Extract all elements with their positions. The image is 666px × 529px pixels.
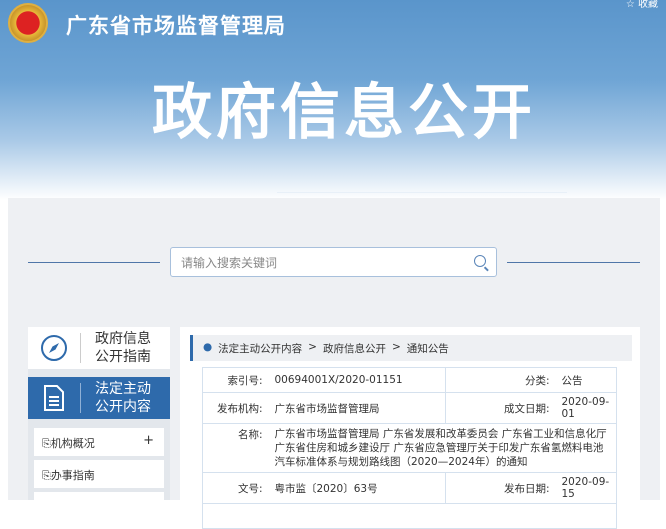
location-pin-icon: ● bbox=[203, 341, 212, 355]
banner-title: 政府信息公开 bbox=[152, 64, 536, 151]
table-row: 发布机构:广东省市场监督管理局成文日期:2020-09-01 bbox=[203, 393, 617, 424]
sidebar-item-org[interactable]: ⎘机构概况+ bbox=[34, 428, 164, 456]
search-icon[interactable] bbox=[474, 255, 486, 267]
breadcrumb-item[interactable]: 政府信息公开 bbox=[323, 341, 386, 355]
document-meta-table: 索引号:00694001X/2020-01151分类:公告 发布机构:广东省市场… bbox=[202, 367, 617, 529]
table-row: 名称:广东省市场监督管理局 广东省发展和改革委员会 广东省工业和信息化厅 广东省… bbox=[203, 424, 617, 473]
breadcrumb-item[interactable]: 法定主动公开内容 bbox=[218, 341, 302, 355]
sidebar-item[interactable] bbox=[34, 492, 164, 520]
main-content: ● 法定主动公开内容 > 政府信息公开 > 通知公告 索引号:00694001X… bbox=[180, 327, 640, 500]
national-emblem-icon bbox=[8, 3, 48, 43]
header-banner: 广东省市场监督管理局 ☆ 收藏 政府信息公开 bbox=[0, 0, 666, 200]
divider bbox=[277, 192, 567, 193]
divider bbox=[507, 262, 640, 263]
document-icon bbox=[28, 384, 80, 412]
table-row: 文号:粤市监〔2020〕63号发布日期:2020-09-15 bbox=[203, 473, 617, 504]
favorite-button[interactable]: ☆ 收藏 bbox=[626, 0, 658, 10]
search-placeholder: 请输入搜索关键词 bbox=[181, 256, 277, 270]
breadcrumb-item[interactable]: 通知公告 bbox=[407, 341, 449, 355]
link-icon: ⎘ bbox=[42, 469, 51, 482]
sidebar-legal[interactable]: 法定主动公开内容 bbox=[28, 377, 170, 419]
table-row: 索引号:00694001X/2020-01151分类:公告 bbox=[203, 368, 617, 393]
sidebar: 政府信息公开指南 法定主动公开内容 ⎘机构概况+ ⎘办事指南 bbox=[28, 327, 170, 500]
sidebar-item-guide[interactable]: ⎘办事指南 bbox=[34, 460, 164, 488]
compass-icon bbox=[28, 334, 80, 362]
table-row bbox=[203, 504, 617, 529]
link-icon: ⎘ bbox=[42, 437, 51, 450]
breadcrumb: ● 法定主动公开内容 > 政府信息公开 > 通知公告 bbox=[190, 335, 632, 361]
divider bbox=[28, 262, 160, 263]
site-name[interactable]: 广东省市场监督管理局 bbox=[66, 10, 286, 40]
sidebar-guide[interactable]: 政府信息公开指南 bbox=[28, 327, 170, 369]
search-input[interactable]: 请输入搜索关键词 bbox=[170, 247, 497, 277]
expand-icon[interactable]: + bbox=[143, 433, 154, 448]
